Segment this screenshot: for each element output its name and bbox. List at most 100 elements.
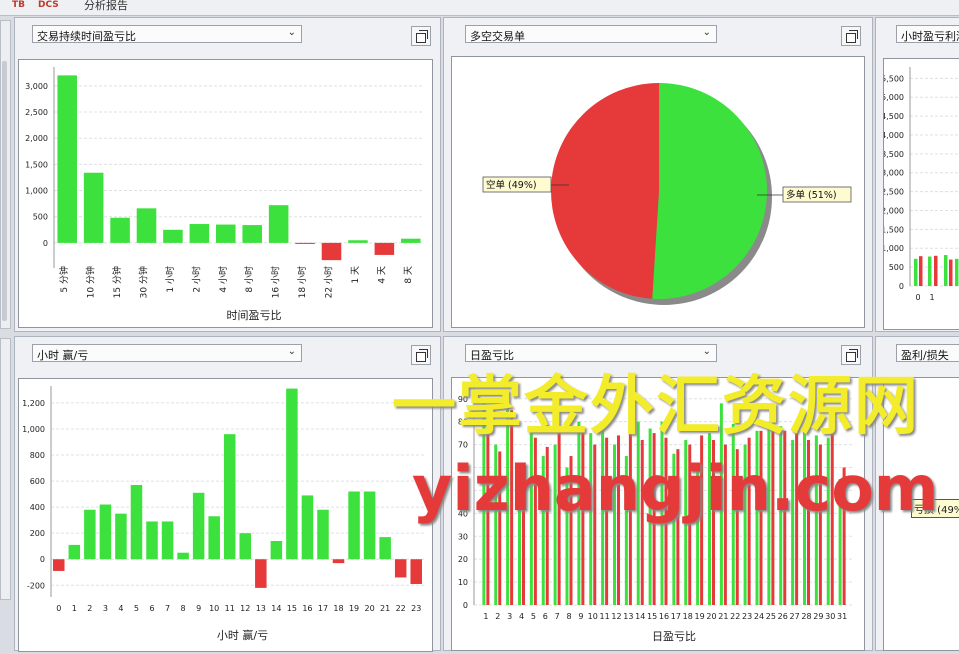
x-tick-label: 22: [396, 604, 406, 613]
x-tick-label: 9: [196, 604, 201, 613]
x-tick-label: 12: [240, 604, 250, 613]
x-tick-label: 14: [635, 612, 645, 621]
bar: [115, 513, 127, 560]
y-tick-label: 5,000: [884, 93, 904, 102]
y-tick-label: 10: [458, 578, 468, 587]
panel-long-short: 多空交易单 ⌄ 多单 (51%) 空单 (49%): [443, 17, 873, 332]
duration-select-value: 交易持续时间盈亏比: [37, 30, 136, 43]
x-tick-label: 16 小时: [270, 266, 282, 298]
x-tick-label: 4: [519, 612, 524, 621]
x-tick-label: 8 小时: [243, 266, 255, 293]
chart-plot-area: 0 500 1,000 1,500 2,000 2,500 3,000 5 分钟 10 分钟 15…: [18, 59, 433, 328]
x-tick-label: 0: [915, 293, 920, 302]
longshort-select[interactable]: 多空交易单 ⌄: [465, 25, 717, 43]
dcs-icon[interactable]: DCS: [38, 0, 59, 10]
x-axis-title: 时间盈亏比: [227, 309, 282, 322]
y-tick-label: 1,500: [25, 160, 48, 169]
x-tick-label: 23: [742, 612, 752, 621]
chart-plot-area: 多单 (51%) 空单 (49%): [451, 56, 865, 328]
x-tick-label: 16: [659, 612, 669, 621]
bar: [949, 259, 953, 286]
bar: [379, 537, 391, 560]
x-tick-label: 4 天: [377, 266, 387, 284]
bar: [84, 509, 96, 560]
x-tick-label: 4 小时: [217, 266, 229, 293]
x-tick-label: 30 分钟: [138, 266, 150, 298]
bar: [130, 484, 143, 560]
y-tick-label: 800: [30, 451, 45, 460]
x-tick-label: 15: [287, 604, 297, 613]
bar: [394, 559, 407, 578]
x-tick-label: 12: [611, 612, 621, 621]
y-tick-label: 0: [463, 601, 468, 610]
bar: [286, 388, 298, 560]
bar: [216, 224, 236, 243]
x-tick-label: 15 分钟: [111, 266, 123, 298]
hourly-chart: -20002004006008001,0001,2000 1 2 3 4 5 6 7 8 9 10 1…: [22, 386, 424, 642]
bar: [208, 516, 220, 560]
y-tick-label: 1,000: [22, 425, 45, 434]
x-tick-label: 5: [134, 604, 139, 613]
x-tick-label: 13: [623, 612, 633, 621]
duration-chart: 0 500 1,000 1,500 2,000 2,500 3,000 5 分钟 10 分钟 15…: [25, 67, 424, 322]
x-tick-label: 13: [256, 604, 266, 613]
x-tick-label: 1: [929, 293, 934, 302]
bar: [177, 552, 189, 560]
bar: [944, 255, 948, 286]
y-tick-label: 400: [30, 503, 45, 512]
x-tick-label: 21: [718, 612, 728, 621]
hourprofit-select[interactable]: 小时盈亏利润: [896, 25, 959, 43]
y-tick-label: 0: [43, 239, 48, 248]
y-tick-label: 4,000: [884, 131, 904, 140]
bar: [401, 238, 421, 243]
x-tick-label: 11: [600, 612, 610, 621]
y-tick-label: 20: [458, 555, 468, 564]
y-tick-label: 4,500: [884, 112, 904, 121]
x-tick-label: 20: [365, 604, 375, 613]
chart-plot-area: 0 500 1,000 1,500 2,000 2,500 3,000 3,500 4,000 4…: [881, 58, 959, 330]
x-tick-label: 18: [333, 604, 343, 613]
x-tick-label: 23: [411, 604, 421, 613]
x-tick-label: 7: [165, 604, 170, 613]
x-tick-label: 1: [72, 604, 77, 613]
y-tick-label: 1,500: [884, 225, 904, 234]
bar: [295, 242, 315, 244]
bar: [914, 258, 918, 286]
bar: [955, 258, 959, 286]
bar: [189, 224, 210, 243]
bar: [348, 491, 360, 560]
y-tick-label: 1,000: [884, 244, 904, 253]
y-tick-label: 0: [899, 282, 904, 291]
bar: [192, 492, 205, 560]
bar: [68, 544, 81, 560]
x-tick-label: 15: [647, 612, 657, 621]
bar: [223, 434, 236, 560]
tab-analysis-report[interactable]: 分析报告: [84, 0, 128, 13]
tb-icon[interactable]: TB: [12, 0, 25, 10]
x-tick-label: 10: [209, 604, 219, 613]
x-tick-label: 1: [483, 612, 488, 621]
bar: [919, 256, 923, 286]
y-tick-label: 200: [30, 529, 45, 538]
x-tick-label: 10: [588, 612, 598, 621]
copy-icon[interactable]: [841, 26, 861, 46]
scrollbar-thumb[interactable]: [2, 61, 7, 321]
x-tick-label: 3: [103, 604, 108, 613]
y-tick-label: 2,000: [884, 206, 904, 215]
chevron-down-icon: ⌄: [702, 27, 711, 38]
y-tick-label: 3,500: [884, 150, 904, 159]
duration-select[interactable]: 交易持续时间盈亏比 ⌄: [32, 25, 302, 43]
x-tick-label: 18 小时: [296, 266, 308, 298]
x-tick-label: 20: [706, 612, 716, 621]
bar: [161, 521, 174, 560]
x-tick-label: 6: [543, 612, 548, 621]
x-tick-label: 10 分钟: [85, 266, 97, 298]
hourly-select[interactable]: 小时 赢/亏 ⌄: [32, 344, 302, 362]
copy-icon[interactable]: [411, 26, 431, 46]
bar: [110, 217, 130, 243]
watermark-url: yizhangjin.com: [412, 452, 939, 525]
y-tick-label: 600: [30, 477, 45, 486]
x-tick-label: 22: [730, 612, 740, 621]
top-toolbar: TB DCS 分析报告: [0, 0, 959, 16]
y-tick-label: 1,000: [25, 187, 48, 196]
